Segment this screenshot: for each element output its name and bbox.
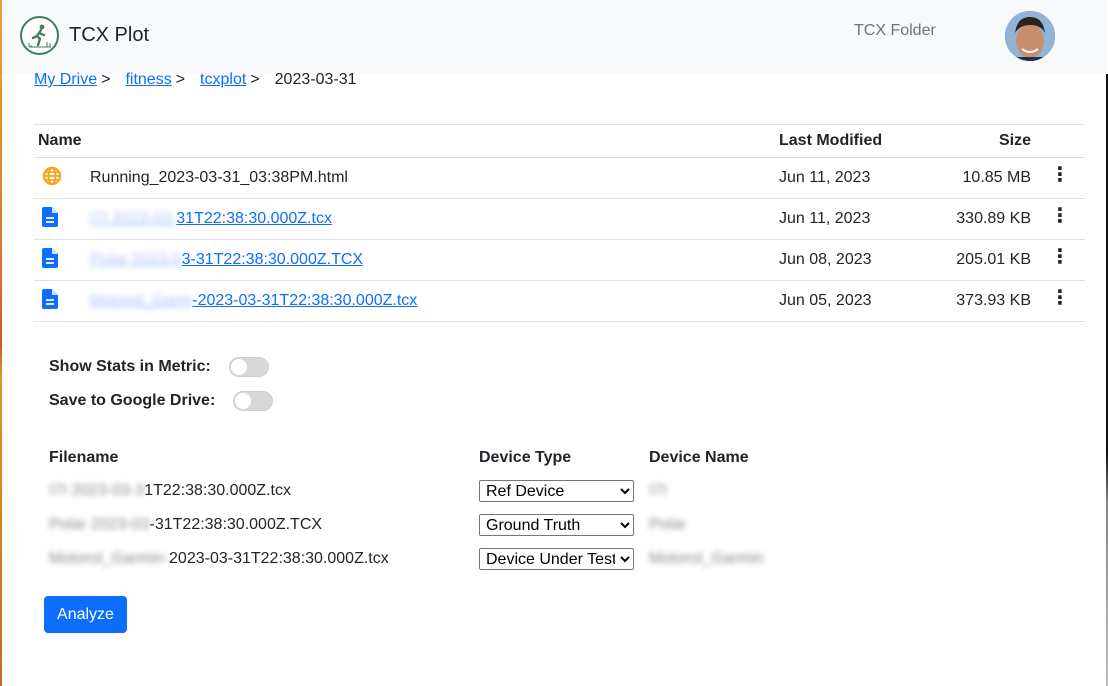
breadcrumb-separator: > — [101, 71, 111, 88]
file-row[interactable]: I7I 2023-03-31T22:38:30.000Z.tcx Jun 11,… — [34, 198, 1085, 240]
drive-label: Save to Google Drive: — [49, 392, 216, 409]
file-row[interactable]: Motorol_Garm-2023-03-31T22:38:30.000Z.tc… — [34, 280, 1085, 322]
device-filename: Polar 2023-03-31T22:38:30.000Z.TCX — [49, 516, 323, 533]
drive-toggle[interactable] — [233, 391, 274, 411]
file-row[interactable]: Polar 2023-03-31T22:38:30.000Z.TCX Jun 0… — [34, 239, 1085, 281]
file-name[interactable]: Polar 2023-03-31T22:38:30.000Z.TCX — [86, 239, 775, 281]
file-menu-cell: ⋮ — [1035, 198, 1085, 240]
column-last-modified[interactable]: Last Modified — [775, 124, 915, 158]
column-device-name: Device Name — [649, 449, 749, 466]
runner-logo-icon — [20, 16, 59, 55]
breadcrumb-my-drive[interactable]: My Drive — [34, 71, 97, 89]
column-menu — [1035, 124, 1085, 158]
column-size[interactable]: Size — [915, 124, 1035, 158]
column-name[interactable]: Name — [34, 124, 775, 158]
column-device-type: Device Type — [479, 449, 572, 466]
file-modified: Jun 11, 2023 — [775, 157, 915, 199]
device-row: Polar 2023-03-31T22:38:30.000Z.TCX Groun… — [49, 508, 799, 542]
file-table: Name Last Modified Size Running_2023-03-… — [34, 124, 1085, 322]
device-row: I7I 2023-03-31T22:38:30.000Z.tcx Ref Dev… — [49, 474, 799, 508]
breadcrumb-tcxplot[interactable]: tcxplot — [200, 71, 246, 89]
file-table-header: Name Last Modified Size — [34, 124, 1085, 158]
document-icon — [42, 247, 58, 272]
navbar: TCX Plot TCX Folder — [2, 0, 1106, 74]
device-filename: I7I 2023-03-31T22:38:30.000Z.tcx — [49, 482, 291, 499]
globe-icon — [42, 166, 62, 190]
file-icon-cell — [34, 239, 86, 281]
file-size: 373.93 KB — [915, 280, 1035, 322]
more-options-icon[interactable]: ⋮ — [1050, 288, 1070, 308]
device-name: I7I — [649, 482, 667, 499]
file-size: 330.89 KB — [915, 198, 1035, 240]
metric-toggle[interactable] — [228, 357, 269, 377]
breadcrumb-current: 2023-03-31 — [274, 71, 357, 88]
device-name: Polar — [649, 516, 687, 533]
file-size: 10.85 MB — [915, 157, 1035, 199]
app-title: TCX Plot — [69, 24, 150, 46]
redacted-text: Motorol_Garmin- — [49, 550, 170, 567]
file-modified: Jun 08, 2023 — [775, 239, 915, 281]
device-table-header: Filename Device Type Device Name — [49, 446, 799, 470]
breadcrumb-separator: > — [175, 71, 186, 88]
file-icon-cell — [34, 198, 86, 240]
redacted-text: Polar 2023-0 — [90, 251, 182, 268]
file-row[interactable]: Running_2023-03-31_03:38PM.html Jun 11, … — [34, 157, 1085, 199]
window-edge-left — [0, 0, 2, 686]
analyze-button[interactable]: Analyze — [44, 596, 127, 633]
file-modified: Jun 05, 2023 — [775, 280, 915, 322]
file-icon-cell — [34, 157, 86, 199]
redacted-text: I7I 2023-03-3 — [49, 482, 145, 499]
device-row: Motorol_Garmin-2023-03-31T22:38:30.000Z.… — [49, 542, 799, 576]
breadcrumb: My Drive > fitness > tcxplot > 2023-03-3… — [34, 71, 356, 89]
file-name[interactable]: Motorol_Garm-2023-03-31T22:38:30.000Z.tc… — [86, 280, 775, 322]
redacted-text: Polar 2023-03 — [49, 516, 150, 533]
file-menu-cell: ⋮ — [1035, 239, 1085, 281]
brand[interactable]: TCX Plot — [20, 16, 149, 55]
file-icon-cell — [34, 280, 86, 322]
document-icon — [42, 206, 58, 231]
file-menu-cell: ⋮ — [1035, 157, 1085, 199]
column-filename: Filename — [49, 449, 119, 466]
file-size: 205.01 KB — [915, 239, 1035, 281]
device-type-select[interactable]: Ground Truth — [479, 514, 634, 536]
document-icon — [42, 288, 58, 313]
metric-option: Show Stats in Metric: — [49, 357, 269, 377]
metric-label: Show Stats in Metric: — [49, 358, 211, 375]
breadcrumb-separator: > — [250, 71, 260, 88]
device-table: Filename Device Type Device Name I7I 202… — [49, 446, 799, 576]
more-options-icon[interactable]: ⋮ — [1050, 206, 1070, 226]
more-options-icon[interactable]: ⋮ — [1050, 165, 1070, 185]
device-type-select[interactable]: Ref Device — [479, 480, 634, 502]
file-modified: Jun 11, 2023 — [775, 198, 915, 240]
file-name[interactable]: Running_2023-03-31_03:38PM.html — [86, 157, 775, 199]
tcx-folder-link[interactable]: TCX Folder — [854, 22, 936, 40]
device-name: Motorol_Garmin — [649, 550, 764, 567]
device-type-select[interactable]: Device Under Test — [479, 548, 634, 570]
user-avatar[interactable] — [1005, 11, 1055, 61]
redacted-text: Motorol_Garm — [90, 292, 193, 309]
redacted-text: I7I 2023-03- — [90, 210, 177, 227]
more-options-icon[interactable]: ⋮ — [1050, 247, 1070, 267]
breadcrumb-fitness[interactable]: fitness — [125, 71, 171, 89]
device-filename: Motorol_Garmin-2023-03-31T22:38:30.000Z.… — [49, 550, 389, 567]
file-name[interactable]: I7I 2023-03-31T22:38:30.000Z.tcx — [86, 198, 775, 240]
drive-option: Save to Google Drive: — [49, 391, 274, 411]
file-menu-cell: ⋮ — [1035, 280, 1085, 322]
